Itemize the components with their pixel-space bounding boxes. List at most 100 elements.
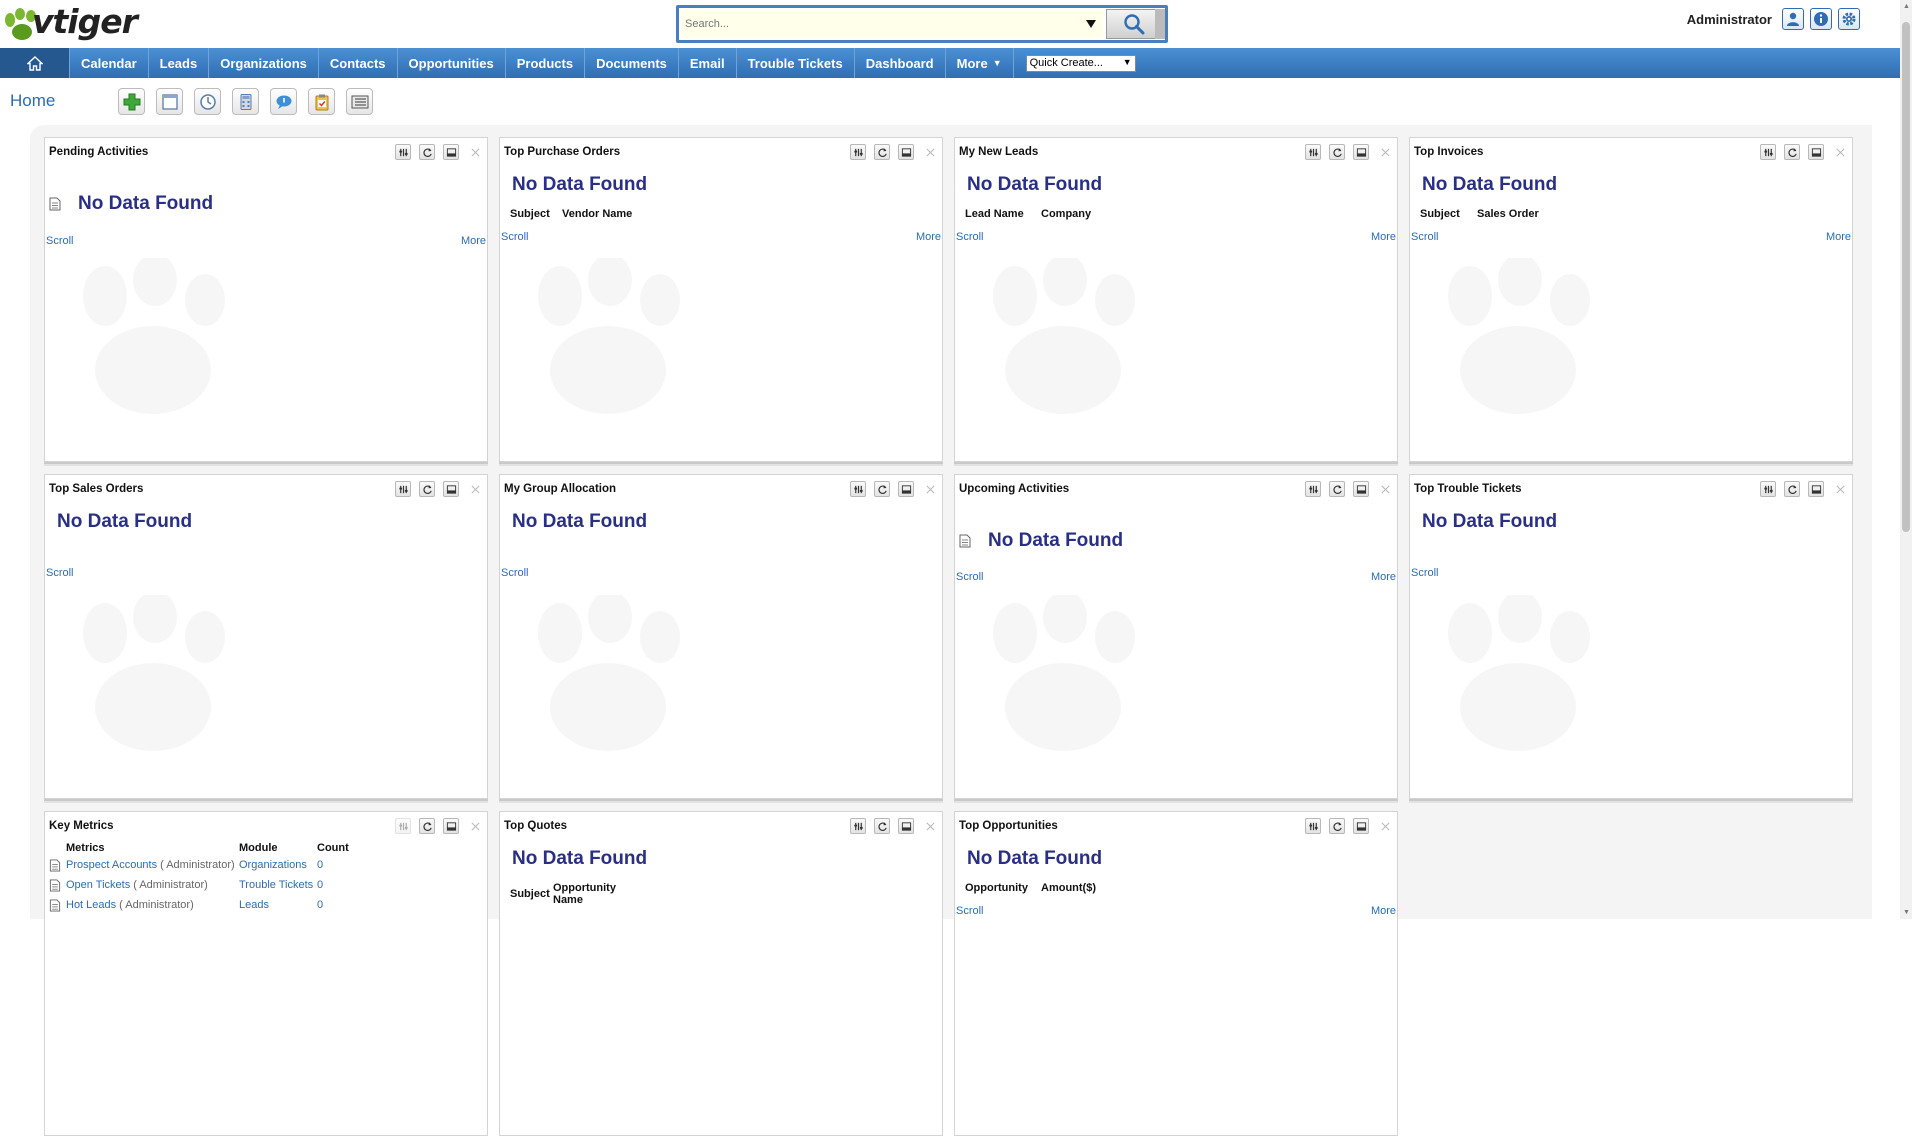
nav-products[interactable]: Products <box>506 48 586 78</box>
more-link[interactable]: More <box>1826 231 1851 243</box>
settings-button[interactable] <box>1838 8 1860 30</box>
info-button[interactable] <box>1810 8 1832 30</box>
my-preferences-button[interactable] <box>1782 8 1804 30</box>
nav-trouble-tickets[interactable]: Trouble Tickets <box>737 48 855 78</box>
widget-close-button[interactable] <box>1832 144 1848 160</box>
widget-minimize-button[interactable] <box>898 481 914 497</box>
scroll-link[interactable]: Scroll <box>956 571 984 583</box>
quick-create-select[interactable]: Quick Create... ▼ <box>1025 54 1136 72</box>
scrollbar-thumb[interactable] <box>1902 22 1910 532</box>
widget-minimize-button[interactable] <box>898 818 914 834</box>
nav-more-menu[interactable]: More ▼ <box>946 48 1014 78</box>
more-link[interactable]: More <box>1371 231 1396 243</box>
widget-minimize-button[interactable] <box>1353 481 1369 497</box>
scroll-link[interactable]: Scroll <box>956 231 984 243</box>
calculator-button[interactable] <box>232 88 259 115</box>
widget-refresh-button[interactable] <box>874 481 890 497</box>
widget-minimize-button[interactable] <box>443 144 459 160</box>
add-widget-button[interactable] <box>118 88 145 115</box>
scroll-link[interactable]: Scroll <box>46 567 74 579</box>
widget-edit-button[interactable] <box>1305 481 1321 497</box>
scroll-link[interactable]: Scroll <box>1411 567 1439 579</box>
widget-edit-button[interactable] <box>850 481 866 497</box>
nav-opportunities[interactable]: Opportunities <box>398 48 506 78</box>
chat-button[interactable] <box>270 88 297 115</box>
widget-minimize-button[interactable] <box>1808 144 1824 160</box>
widget-refresh-button[interactable] <box>419 144 435 160</box>
widget-close-button[interactable] <box>922 144 938 160</box>
widget-refresh-button[interactable] <box>419 818 435 834</box>
widget-refresh-button[interactable] <box>874 818 890 834</box>
nav-email[interactable]: Email <box>679 48 737 78</box>
widget-refresh-button[interactable] <box>419 481 435 497</box>
widget-close-button[interactable] <box>467 144 483 160</box>
vtiger-logo[interactable]: vtiger <box>2 2 167 46</box>
widget-edit-button[interactable] <box>850 818 866 834</box>
widget-close-button[interactable] <box>1377 144 1393 160</box>
nav-documents[interactable]: Documents <box>585 48 679 78</box>
widget-edit-button[interactable] <box>395 144 411 160</box>
widget-minimize-button[interactable] <box>443 818 459 834</box>
nav-home[interactable] <box>0 48 70 78</box>
widget-close-button[interactable] <box>1377 818 1393 834</box>
nav-calendar[interactable]: Calendar <box>70 48 149 78</box>
metric-module-link[interactable]: Leads <box>239 899 269 911</box>
metric-count-link[interactable]: 0 <box>317 859 323 871</box>
widget-minimize-button[interactable] <box>898 144 914 160</box>
metric-name-link[interactable]: Hot Leads <box>66 899 116 911</box>
widget-close-button[interactable] <box>467 481 483 497</box>
more-link[interactable]: More <box>1371 905 1396 917</box>
widget-edit-button[interactable] <box>850 144 866 160</box>
widget-minimize-button[interactable] <box>1353 818 1369 834</box>
widget-edit-button[interactable] <box>1760 144 1776 160</box>
widget-refresh-button[interactable] <box>1329 144 1345 160</box>
scroll-link[interactable]: Scroll <box>501 231 529 243</box>
more-link[interactable]: More <box>461 235 486 247</box>
page-scrollbar[interactable]: ▲ ▼ <box>1900 0 1912 919</box>
scroll-link[interactable]: Scroll <box>1411 231 1439 243</box>
reminder-button[interactable] <box>194 88 221 115</box>
metric-name-link[interactable]: Open Tickets <box>66 879 130 891</box>
widget-edit-button[interactable] <box>1305 144 1321 160</box>
widget-edit-button[interactable] <box>395 818 411 834</box>
scroll-link[interactable]: Scroll <box>46 235 74 247</box>
nav-leads[interactable]: Leads <box>149 48 210 78</box>
metric-name-link[interactable]: Prospect Accounts <box>66 859 157 871</box>
widget-minimize-button[interactable] <box>443 481 459 497</box>
metric-module-link[interactable]: Organizations <box>239 859 307 871</box>
more-link[interactable]: More <box>1371 571 1396 583</box>
widget-close-button[interactable] <box>922 818 938 834</box>
nav-dashboard[interactable]: Dashboard <box>855 48 946 78</box>
widget-refresh-button[interactable] <box>1329 818 1345 834</box>
scroll-up-icon[interactable]: ▲ <box>1903 3 1910 10</box>
scroll-link[interactable]: Scroll <box>956 905 984 917</box>
layout-button[interactable] <box>156 88 183 115</box>
metric-module-link[interactable]: Trouble Tickets <box>239 879 313 891</box>
more-link[interactable]: More <box>916 231 941 243</box>
metric-count-link[interactable]: 0 <box>317 899 323 911</box>
widget-minimize-button[interactable] <box>1808 481 1824 497</box>
clipboard-button[interactable] <box>308 88 335 115</box>
widget-refresh-button[interactable] <box>1784 144 1800 160</box>
metric-count-link[interactable]: 0 <box>317 879 323 891</box>
search-button[interactable] <box>1106 9 1161 39</box>
notebook-button[interactable] <box>346 88 373 115</box>
widget-close-button[interactable] <box>467 818 483 834</box>
widget-edit-button[interactable] <box>1760 481 1776 497</box>
widget-refresh-button[interactable] <box>1329 481 1345 497</box>
nav-organizations[interactable]: Organizations <box>209 48 319 78</box>
widget-edit-button[interactable] <box>395 481 411 497</box>
user-name[interactable]: Administrator <box>1687 12 1772 27</box>
search-input[interactable] <box>681 10 1081 38</box>
scroll-link[interactable]: Scroll <box>501 567 529 579</box>
widget-minimize-button[interactable] <box>1353 144 1369 160</box>
nav-contacts[interactable]: Contacts <box>319 48 398 78</box>
scroll-down-icon[interactable]: ▼ <box>1903 909 1910 916</box>
widget-close-button[interactable] <box>1832 481 1848 497</box>
widget-refresh-button[interactable] <box>1784 481 1800 497</box>
widget-close-button[interactable] <box>922 481 938 497</box>
widget-refresh-button[interactable] <box>874 144 890 160</box>
widget-close-button[interactable] <box>1377 481 1393 497</box>
search-module-dropdown[interactable] <box>1079 10 1103 38</box>
widget-edit-button[interactable] <box>1305 818 1321 834</box>
